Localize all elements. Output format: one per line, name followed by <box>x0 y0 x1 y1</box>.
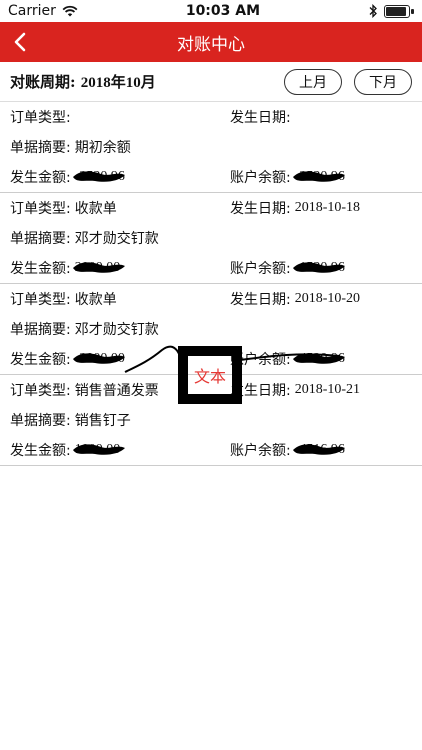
amount-label: 发生金额: <box>10 261 71 277</box>
balance-cell: 账户余额: -1520.96 <box>230 258 412 278</box>
amount-value: -3000.00 <box>72 351 125 367</box>
order-type-label: 订单类型: <box>10 201 71 217</box>
summary-label: 单据摘要: <box>10 413 71 429</box>
balance-value: -1520.96 <box>292 260 345 276</box>
chevron-left-icon <box>14 32 26 52</box>
date-label: 发生日期: <box>230 201 291 217</box>
date-value: 2018-10-18 <box>294 200 361 215</box>
status-right <box>368 4 414 18</box>
date-cell: 发生日期: <box>230 107 412 127</box>
redaction-scribble <box>72 353 125 364</box>
record-row-2: 单据摘要: 邓才勋交钉款 <box>0 314 422 344</box>
balance-value: -3520.96 <box>292 169 345 185</box>
summary-cell: 单据摘要: 销售钉子 <box>10 410 131 430</box>
status-bar: Carrier 10:03 AM <box>0 0 422 22</box>
balance-value: -4516.96 <box>292 442 345 458</box>
annotation-box: 文本 <box>178 346 242 404</box>
record-item[interactable]: 订单类型: 发生日期: 单据摘要: 期初余额 发生金额: -3520.96 账户… <box>0 102 422 193</box>
amount-value: -3520.96 <box>72 169 125 185</box>
summary-label: 单据摘要: <box>10 231 71 247</box>
nav-bar: 对账中心 <box>0 22 422 62</box>
summary-cell: 单据摘要: 邓才勋交钉款 <box>10 319 159 339</box>
date-label: 发生日期: <box>230 110 291 126</box>
order-type-label: 订单类型: <box>10 110 71 126</box>
redaction-scribble <box>292 262 345 273</box>
order-type-value: 销售普通发票 <box>74 384 159 399</box>
balance-cell: 账户余额: -4516.96 <box>230 440 412 460</box>
record-row-3: 发生金额: -3520.96 账户余额: -3520.96 <box>0 162 422 192</box>
next-month-button[interactable]: 下月 <box>354 68 412 95</box>
record-list: 订单类型: 发生日期: 单据摘要: 期初余额 发生金额: -3520.96 账户… <box>0 102 422 466</box>
redaction-scribble <box>72 262 125 273</box>
battery-icon <box>383 4 414 18</box>
balance-label: 账户余额: <box>230 170 291 186</box>
page-title: 对账中心 <box>177 34 245 55</box>
record-row-1: 订单类型: 发生日期: <box>0 102 422 132</box>
record-item[interactable]: 订单类型: 收款单 发生日期: 2018-10-18 单据摘要: 邓才勋交钉款 … <box>0 193 422 284</box>
amount-value: 1000.00 <box>72 442 125 458</box>
amount-cell: 发生金额: -3520.96 <box>10 167 230 187</box>
order-type-cell: 订单类型: 收款单 <box>10 198 230 218</box>
record-row-1: 订单类型: 收款单 发生日期: 2018-10-20 <box>0 284 422 314</box>
summary-value: 邓才勋交钉款 <box>74 323 159 338</box>
wifi-icon <box>62 5 78 17</box>
summary-label: 单据摘要: <box>10 322 71 338</box>
redaction-scribble <box>292 444 345 455</box>
period-label-group: 对账周期: 2018年10月 <box>10 71 156 92</box>
period-bar: 对账周期: 2018年10月 上月 下月 <box>0 62 422 102</box>
back-button[interactable] <box>0 22 40 62</box>
record-row-3: 发生金额: 2000.00 账户余额: -1520.96 <box>0 253 422 283</box>
bluetooth-icon <box>369 4 377 18</box>
order-type-label: 订单类型: <box>10 292 71 308</box>
amount-cell: 发生金额: 1000.00 <box>10 440 230 460</box>
prev-month-button[interactable]: 上月 <box>284 68 342 95</box>
balance-cell: 账户余额: -3520.96 <box>230 167 412 187</box>
summary-value: 邓才勋交钉款 <box>74 232 159 247</box>
amount-label: 发生金额: <box>10 352 71 368</box>
period-buttons: 上月 下月 <box>284 68 412 95</box>
redaction-scribble <box>292 353 345 364</box>
status-time: 10:03 AM <box>185 3 261 19</box>
date-cell: 发生日期: 2018-10-20 <box>230 289 412 309</box>
period-value: 2018年10月 <box>80 75 156 91</box>
date-value: 2018-10-20 <box>294 291 361 306</box>
status-left: Carrier <box>8 3 78 19</box>
balance-label: 账户余额: <box>230 261 291 277</box>
order-type-cell: 订单类型: <box>10 107 230 127</box>
date-label: 发生日期: <box>230 292 291 308</box>
redaction-scribble <box>72 444 125 455</box>
redaction-scribble <box>72 171 125 182</box>
summary-label: 单据摘要: <box>10 140 71 156</box>
record-row-2: 单据摘要: 邓才勋交钉款 <box>0 223 422 253</box>
amount-label: 发生金额: <box>10 443 71 459</box>
amount-label: 发生金额: <box>10 170 71 186</box>
balance-value: -4520.96 <box>292 351 345 367</box>
balance-label: 账户余额: <box>230 443 291 459</box>
date-cell: 发生日期: 2018-10-18 <box>230 198 412 218</box>
summary-value: 期初余额 <box>74 141 131 156</box>
date-value: 2018-10-21 <box>294 382 361 397</box>
record-row-2: 单据摘要: 期初余额 <box>0 132 422 162</box>
amount-cell: 发生金额: 2000.00 <box>10 258 230 278</box>
annotation-text: 文本 <box>193 367 226 386</box>
record-row-1: 订单类型: 收款单 发生日期: 2018-10-18 <box>0 193 422 223</box>
summary-value: 销售钉子 <box>74 414 131 429</box>
record-row-2: 单据摘要: 销售钉子 <box>0 405 422 435</box>
record-row-3: 发生金额: 1000.00 账户余额: -4516.96 <box>0 435 422 465</box>
balance-cell: 账户余额: -4520.96 <box>230 349 412 369</box>
carrier-label: Carrier <box>8 3 56 19</box>
order-type-value: 收款单 <box>74 293 117 308</box>
order-type-value: 收款单 <box>74 202 117 217</box>
period-label: 对账周期: <box>10 73 76 91</box>
order-type-cell: 订单类型: 收款单 <box>10 289 230 309</box>
order-type-label: 订单类型: <box>10 383 71 399</box>
date-cell: 发生日期: 2018-10-21 <box>230 380 412 400</box>
summary-cell: 单据摘要: 期初余额 <box>10 137 131 157</box>
amount-value: 2000.00 <box>72 260 125 276</box>
redaction-scribble <box>292 171 345 182</box>
summary-cell: 单据摘要: 邓才勋交钉款 <box>10 228 159 248</box>
